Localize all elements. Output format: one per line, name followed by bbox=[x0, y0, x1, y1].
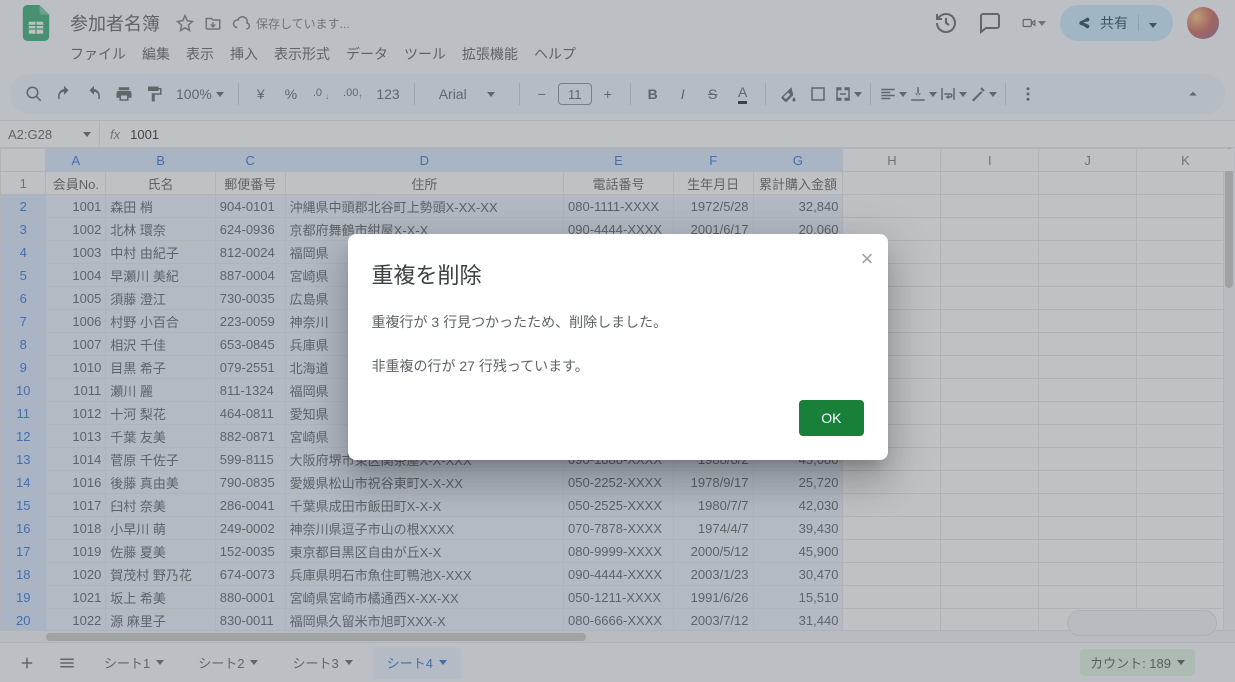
dialog-title: 重複を削除 bbox=[372, 258, 864, 290]
dialog-ok-button[interactable]: OK bbox=[799, 400, 863, 436]
dialog-line2: 非重複の行が 27 行残っています。 bbox=[372, 356, 864, 376]
modal-overlay: × 重複を削除 重複行が 3 行見つかったため、削除しました。 非重複の行が 2… bbox=[0, 0, 1235, 682]
remove-duplicates-dialog: × 重複を削除 重複行が 3 行見つかったため、削除しました。 非重複の行が 2… bbox=[348, 234, 888, 460]
dialog-line1: 重複行が 3 行見つかったため、削除しました。 bbox=[372, 312, 864, 332]
dialog-close-button[interactable]: × bbox=[861, 248, 874, 270]
